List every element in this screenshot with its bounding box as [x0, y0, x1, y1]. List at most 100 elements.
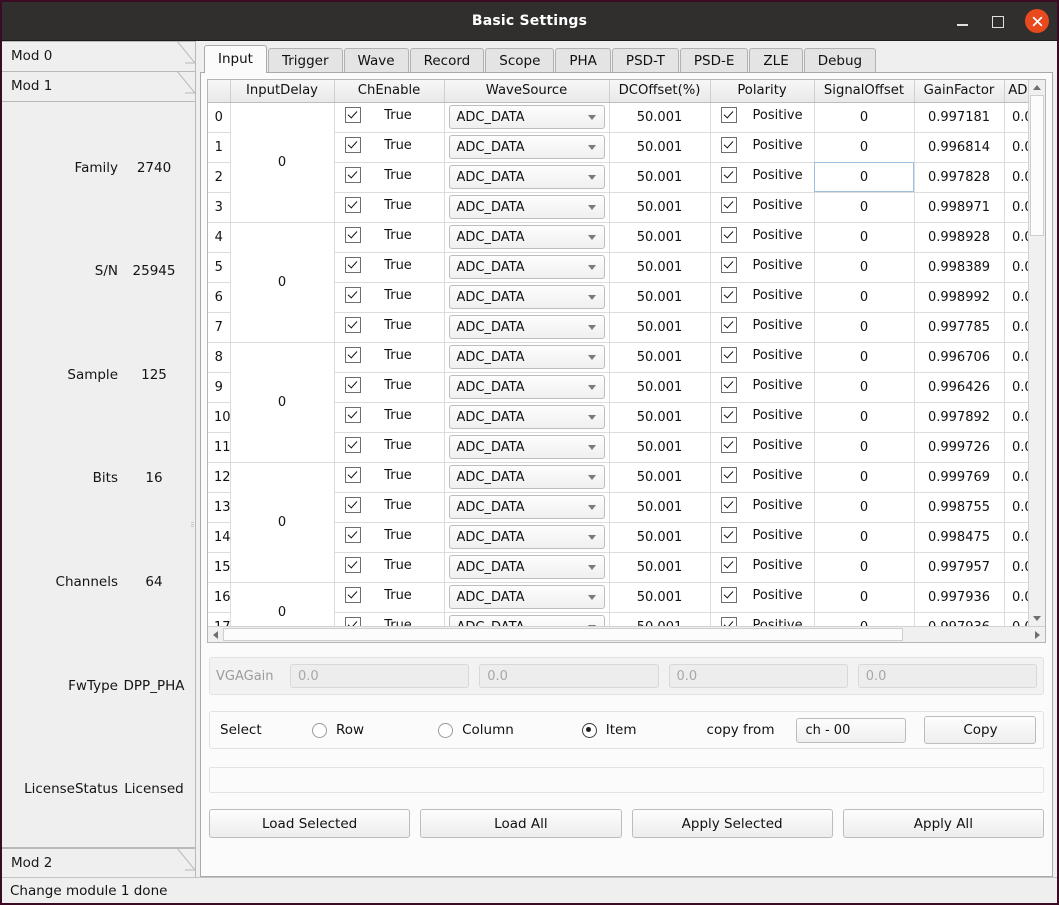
scroll-right-button[interactable] [1030, 627, 1045, 642]
cell-adct[interactable]: 0.00 [1004, 222, 1028, 253]
cell-signal-offset[interactable]: 0 [814, 522, 915, 553]
cell-input-delay[interactable]: 0 [230, 462, 335, 583]
tab-scope[interactable]: Scope [485, 48, 555, 73]
table-row[interactable]: 40TrueADC_DATA50.001Positive00.9989280.0… [208, 222, 1028, 343]
checkbox-icon[interactable] [720, 587, 737, 603]
module-tab-mod-0[interactable]: Mod 0 [2, 41, 195, 71]
wave-source-dropdown[interactable]: ADC_DATA [448, 435, 605, 459]
tab-trigger[interactable]: Trigger [267, 48, 343, 73]
cell-signal-offset[interactable]: 0 [814, 342, 915, 373]
wave-source-dropdown[interactable]: ADC_DATA [448, 225, 605, 249]
header-gain-factor[interactable]: GainFactor [914, 80, 1005, 103]
cell-signal-offset[interactable]: 0 [814, 282, 915, 313]
cell-adct[interactable]: 0.00 [1004, 282, 1028, 313]
checkbox-icon[interactable] [720, 107, 737, 123]
cell-ch-enable[interactable]: True [334, 432, 445, 463]
cell-polarity[interactable]: Positive [710, 522, 815, 553]
row-header[interactable]: 7 [208, 312, 231, 343]
row-header[interactable]: 10 [208, 402, 231, 433]
cell-wave-source[interactable]: ADC_DATA [444, 462, 610, 493]
cell-adct[interactable]: 0.00 [1004, 372, 1028, 403]
cell-signal-offset[interactable]: 0 [814, 312, 915, 343]
cell-ch-enable[interactable]: True [334, 312, 445, 343]
cell-wave-source[interactable]: ADC_DATA [444, 192, 610, 223]
checkbox-icon[interactable] [344, 317, 361, 333]
module-tab-mod-2[interactable]: Mod 2 [2, 847, 195, 877]
checkbox-icon[interactable] [344, 557, 361, 573]
cell-gain-factor[interactable]: 0.999769 [914, 462, 1005, 493]
module-tab-mod-1[interactable]: Mod 1 [2, 71, 195, 101]
vga-gain-field-1[interactable]: 0.0 [479, 664, 659, 688]
header-input-delay[interactable]: InputDelay [230, 80, 335, 103]
channel-select-dropdown[interactable]: ch - 00 [796, 717, 907, 743]
cell-gain-factor[interactable]: 0.999726 [914, 432, 1005, 463]
cell-ch-enable[interactable]: True [334, 132, 445, 163]
row-header[interactable]: 5 [208, 252, 231, 283]
cell-adct[interactable]: 0.00 [1004, 552, 1028, 583]
cell-ch-enable[interactable]: True [334, 492, 445, 523]
header-dc-offset[interactable]: DCOffset(%) [609, 80, 711, 103]
cell-wave-source[interactable]: ADC_DATA [444, 132, 610, 163]
cell-adct[interactable]: 0.00 [1004, 492, 1028, 523]
wave-source-dropdown[interactable]: ADC_DATA [448, 405, 605, 429]
cell-polarity[interactable]: Positive [710, 252, 815, 283]
cell-polarity[interactable]: Positive [710, 402, 815, 433]
cell-polarity[interactable]: Positive [710, 462, 815, 493]
cell-polarity[interactable]: Positive [710, 132, 815, 163]
checkbox-icon[interactable] [720, 377, 737, 393]
vga-gain-field-2[interactable]: 0.0 [668, 664, 848, 688]
cell-ch-enable[interactable]: True [334, 102, 445, 133]
cell-polarity[interactable]: Positive [710, 432, 815, 463]
cell-gain-factor[interactable]: 0.996706 [914, 342, 1005, 373]
checkbox-icon[interactable] [344, 617, 361, 626]
wave-source-dropdown[interactable]: ADC_DATA [448, 585, 605, 609]
cell-signal-offset[interactable]: 0 [814, 102, 915, 133]
cell-wave-source[interactable]: ADC_DATA [444, 342, 610, 373]
cell-gain-factor[interactable]: 0.997828 [914, 162, 1005, 193]
cell-signal-offset[interactable]: 0 [814, 372, 915, 403]
cell-gain-factor[interactable]: 0.997957 [914, 552, 1005, 583]
cell-polarity[interactable]: Positive [710, 582, 815, 613]
row-header[interactable]: 12 [208, 462, 231, 493]
scroll-left-button[interactable] [208, 627, 223, 642]
cell-wave-source[interactable]: ADC_DATA [444, 402, 610, 433]
cell-ch-enable[interactable]: True [334, 582, 445, 613]
wave-source-dropdown[interactable]: ADC_DATA [448, 495, 605, 519]
cell-wave-source[interactable]: ADC_DATA [444, 432, 610, 463]
row-header[interactable]: 2 [208, 162, 231, 193]
cell-wave-source[interactable]: ADC_DATA [444, 612, 610, 626]
minimize-icon[interactable] [951, 10, 973, 32]
cell-adct[interactable]: 0.00 [1004, 342, 1028, 373]
cell-ch-enable[interactable]: True [334, 282, 445, 313]
wave-source-dropdown[interactable]: ADC_DATA [448, 195, 605, 219]
wave-source-dropdown[interactable]: ADC_DATA [448, 555, 605, 579]
cell-signal-offset[interactable]: 0 [814, 132, 915, 163]
radio-row-icon[interactable] [312, 722, 327, 738]
cell-gain-factor[interactable]: 0.996426 [914, 372, 1005, 403]
cell-adct[interactable]: 0.00 [1004, 582, 1028, 613]
checkbox-icon[interactable] [720, 167, 737, 183]
checkbox-icon[interactable] [720, 257, 737, 273]
row-header[interactable]: 0 [208, 102, 231, 133]
cell-ch-enable[interactable]: True [334, 162, 445, 193]
checkbox-icon[interactable] [720, 557, 737, 573]
row-header[interactable]: 8 [208, 342, 231, 373]
wave-source-dropdown[interactable]: ADC_DATA [448, 105, 605, 129]
cell-gain-factor[interactable]: 0.998475 [914, 522, 1005, 553]
cell-wave-source[interactable]: ADC_DATA [444, 252, 610, 283]
load-selected-button[interactable]: Load Selected [209, 809, 411, 838]
close-icon[interactable] [1025, 9, 1049, 33]
cell-adct[interactable]: 0.00 [1004, 312, 1028, 343]
cell-adct[interactable]: 0.00 [1004, 522, 1028, 553]
cell-wave-source[interactable]: ADC_DATA [444, 162, 610, 193]
header-wave-source[interactable]: WaveSource [444, 80, 610, 103]
table-row[interactable]: 80TrueADC_DATA50.001Positive00.9967060.0… [208, 342, 1028, 463]
wave-source-dropdown[interactable]: ADC_DATA [448, 255, 605, 279]
cell-wave-source[interactable]: ADC_DATA [444, 282, 610, 313]
checkbox-icon[interactable] [344, 377, 361, 393]
cell-dc-offset[interactable]: 50.001 [609, 582, 711, 613]
table-row[interactable]: 12 0 True ADC_DATA 50.001 Positive 0 0.999769 0.… [208, 462, 1028, 583]
cell-signal-offset[interactable]: 0 [814, 462, 915, 493]
apply-all-button[interactable]: Apply All [842, 809, 1044, 838]
row-header[interactable]: 9 [208, 372, 231, 403]
